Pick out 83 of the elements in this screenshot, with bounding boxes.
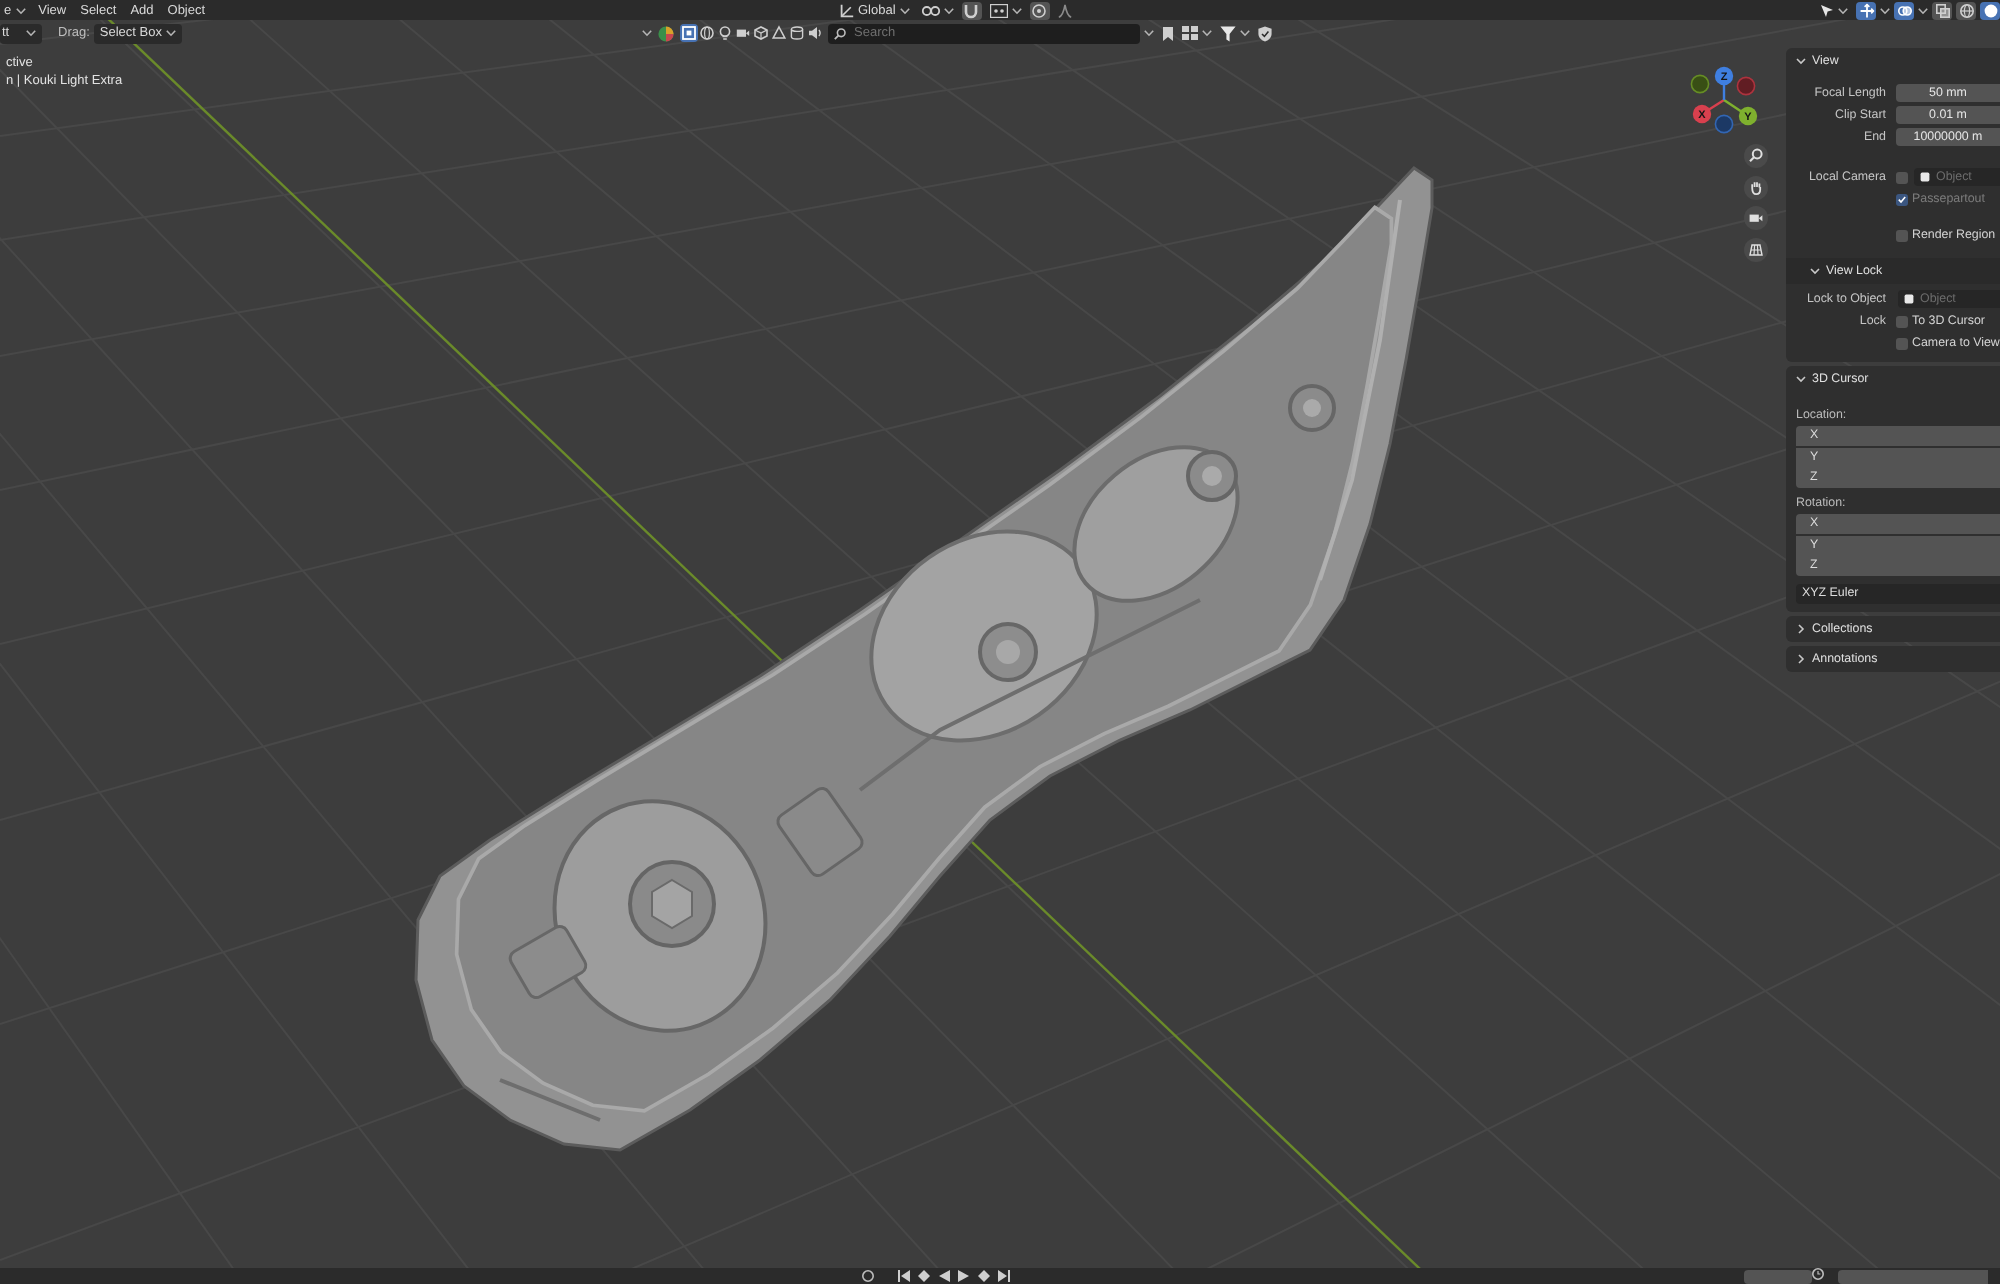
cylinder-icon [790, 26, 804, 40]
caret-icon[interactable] [642, 30, 652, 36]
toggle-button[interactable] [1932, 1, 1952, 19]
checkbox[interactable] [1896, 171, 1908, 183]
search-icon [834, 27, 846, 39]
caret-icon [943, 7, 954, 13]
visibility-dropdown[interactable] [1816, 1, 1852, 19]
snap-target-dropdown[interactable] [985, 1, 1026, 19]
cube-icon [754, 26, 768, 40]
next-keyframe-icon[interactable] [978, 1270, 990, 1282]
dotted-grid-icon [989, 3, 1008, 17]
caret-icon[interactable] [1240, 30, 1250, 36]
cone-icon [772, 26, 786, 40]
filter-icon[interactable] [1220, 25, 1236, 41]
chevron-icon[interactable] [1796, 56, 1806, 66]
toggle-button[interactable] [1894, 1, 1914, 19]
play-icon[interactable] [958, 1270, 970, 1282]
clock-icon[interactable] [1812, 1268, 1824, 1280]
snap-toggle[interactable] [961, 1, 982, 19]
filter-toggle[interactable] [716, 24, 734, 42]
caret-icon [15, 7, 26, 13]
camera-icon[interactable] [1744, 206, 1768, 231]
checkbox[interactable] [1896, 229, 1908, 241]
filter-toggle[interactable] [734, 24, 752, 42]
filter-toggle[interactable] [752, 24, 770, 42]
falloff-dropdown[interactable] [1053, 1, 1076, 19]
previous-keyframe-icon[interactable] [918, 1270, 930, 1282]
caret-icon[interactable] [1918, 7, 1928, 13]
chevron-icon[interactable] [1810, 266, 1820, 276]
move-arrows-icon [1859, 3, 1873, 17]
magnifier-icon[interactable] [1744, 144, 1768, 168]
proportional-edit-toggle[interactable] [1029, 1, 1050, 19]
caret-icon [165, 30, 176, 36]
shield-icon[interactable] [1258, 25, 1272, 41]
solid-sphere-icon [1983, 3, 1997, 17]
overlapping-circles-icon [1897, 3, 1911, 17]
axes-icon [840, 3, 854, 17]
shading-button[interactable] [1980, 1, 2000, 19]
object-icon [1904, 294, 1914, 304]
filter-toggle[interactable] [806, 24, 824, 42]
hand-icon[interactable] [1744, 175, 1768, 200]
speaker-icon [808, 26, 822, 40]
camera-icon [736, 26, 750, 40]
caret-icon [1838, 7, 1848, 13]
filter-toggle[interactable] [770, 24, 788, 42]
color-sphere-icon[interactable] [658, 25, 674, 41]
caret-icon [899, 7, 910, 13]
record-icon[interactable] [862, 1270, 874, 1282]
skip-forward-icon[interactable] [998, 1270, 1010, 1282]
checkmark-icon [1898, 195, 1906, 203]
bulb-icon [718, 26, 732, 40]
chevron-icon[interactable] [1796, 624, 1806, 634]
square-icon [682, 26, 696, 40]
caret-icon [1011, 7, 1022, 13]
pointer-icon [1820, 3, 1834, 17]
bookmark-icon[interactable] [1162, 25, 1174, 41]
caret-icon[interactable] [1144, 30, 1154, 36]
wireframe-sphere-icon [1959, 3, 1973, 17]
checkbox[interactable] [1896, 315, 1908, 327]
caret-icon[interactable] [1880, 7, 1890, 13]
frame-field[interactable] [1838, 1270, 1988, 1284]
chevron-icon[interactable] [1796, 374, 1806, 384]
grid-icon[interactable] [1744, 238, 1768, 263]
pivot-dropdown[interactable] [917, 1, 958, 19]
falloff-curve-icon [1057, 3, 1072, 17]
grid-icon[interactable] [1182, 26, 1198, 40]
toggle-button[interactable] [1856, 1, 1876, 19]
sphere-icon [700, 26, 714, 40]
object-icon [1920, 172, 1930, 182]
magnet-icon [964, 3, 979, 17]
linked-circles-icon [921, 3, 940, 17]
circle-dot-icon [1032, 3, 1047, 17]
chevron-icon[interactable] [1796, 654, 1806, 664]
shading-button[interactable] [1956, 1, 1976, 19]
caret-icon [26, 30, 36, 36]
frame-field[interactable] [1744, 1270, 1812, 1284]
checkbox[interactable] [1896, 337, 1908, 349]
play-reverse-icon[interactable] [938, 1270, 950, 1282]
caret-icon[interactable] [1202, 30, 1212, 36]
skip-back-icon[interactable] [898, 1270, 910, 1282]
filter-toggle[interactable] [698, 24, 716, 42]
filter-toggle[interactable] [788, 24, 806, 42]
overlapping-squares-icon [1935, 3, 1949, 17]
